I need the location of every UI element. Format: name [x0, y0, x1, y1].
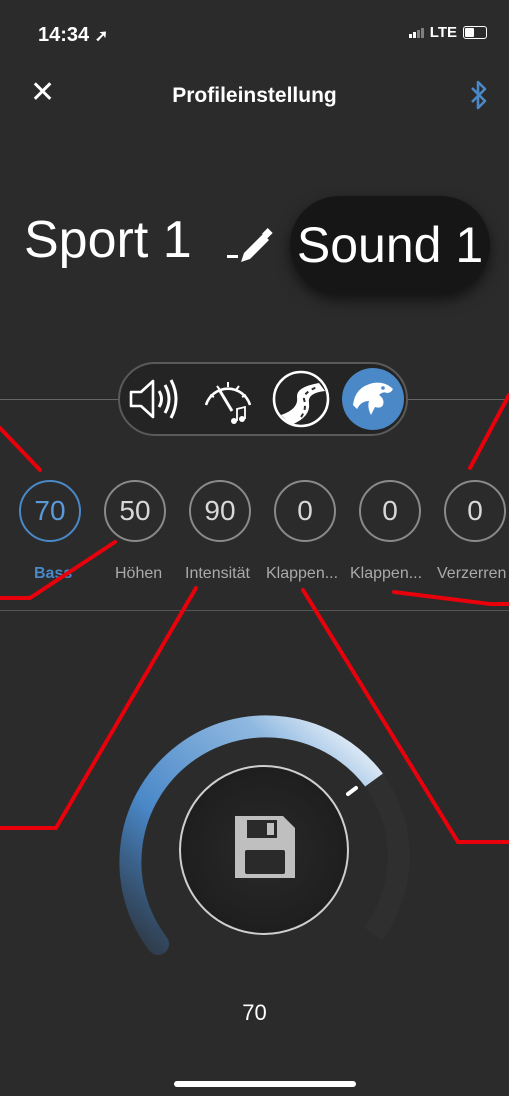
annotation-line [301, 588, 509, 844]
annotation-lines [0, 393, 509, 844]
annotation-line [0, 540, 117, 600]
annotation-line [0, 586, 198, 830]
annotation-line [0, 426, 42, 472]
annotation-line [468, 393, 509, 470]
home-indicator[interactable] [174, 1081, 356, 1087]
annotation-line [392, 590, 509, 606]
